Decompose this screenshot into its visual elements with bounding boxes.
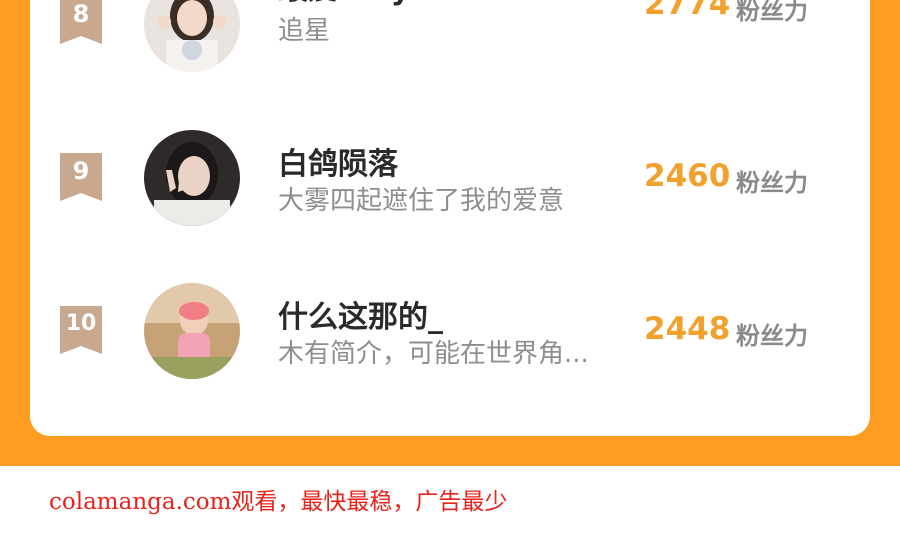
ranking-row[interactable]: 8 最爱bmy 追星 2774 粉丝力	[30, 0, 870, 90]
rank-number: 10	[65, 311, 97, 336]
rank-badge: 8	[60, 0, 102, 44]
user-bio: 追星	[278, 16, 331, 46]
avatar[interactable]	[144, 283, 240, 379]
ranking-row[interactable]: 9 白鸽陨落 大雾四起遮住了我的爱意 2460 粉丝力	[30, 130, 870, 240]
user-name[interactable]: 什么这那的_	[278, 292, 443, 336]
rank-badge: 9	[60, 153, 102, 201]
avatar[interactable]	[144, 130, 240, 226]
user-bio: 大雾四起遮住了我的爱意	[278, 186, 565, 216]
fan-count: 2774	[644, 0, 731, 22]
ranking-row[interactable]: 10 什么这那的_ 木有简介，可能在世界角... 2448 粉丝力	[30, 283, 870, 393]
fan-count-label: 粉丝力	[736, 0, 808, 25]
fan-count-label: 粉丝力	[736, 169, 808, 197]
rank-badge: 10	[60, 306, 102, 354]
fan-count: 2448	[644, 311, 731, 347]
rank-number: 8	[72, 0, 90, 28]
footer-watermark-text: colamanga.com观看，最快最稳，广告最少	[49, 489, 508, 515]
user-name[interactable]: 最爱bmy	[278, 0, 410, 8]
user-name[interactable]: 白鸽陨落	[278, 139, 398, 183]
ranking-card: 8 最爱bmy 追星 2774 粉丝力 9	[30, 0, 870, 436]
avatar[interactable]	[144, 0, 240, 72]
rank-number: 9	[72, 157, 90, 185]
fan-count: 2460	[644, 158, 731, 194]
user-bio: 木有简介，可能在世界角...	[278, 339, 589, 369]
fan-count-label: 粉丝力	[736, 322, 808, 350]
